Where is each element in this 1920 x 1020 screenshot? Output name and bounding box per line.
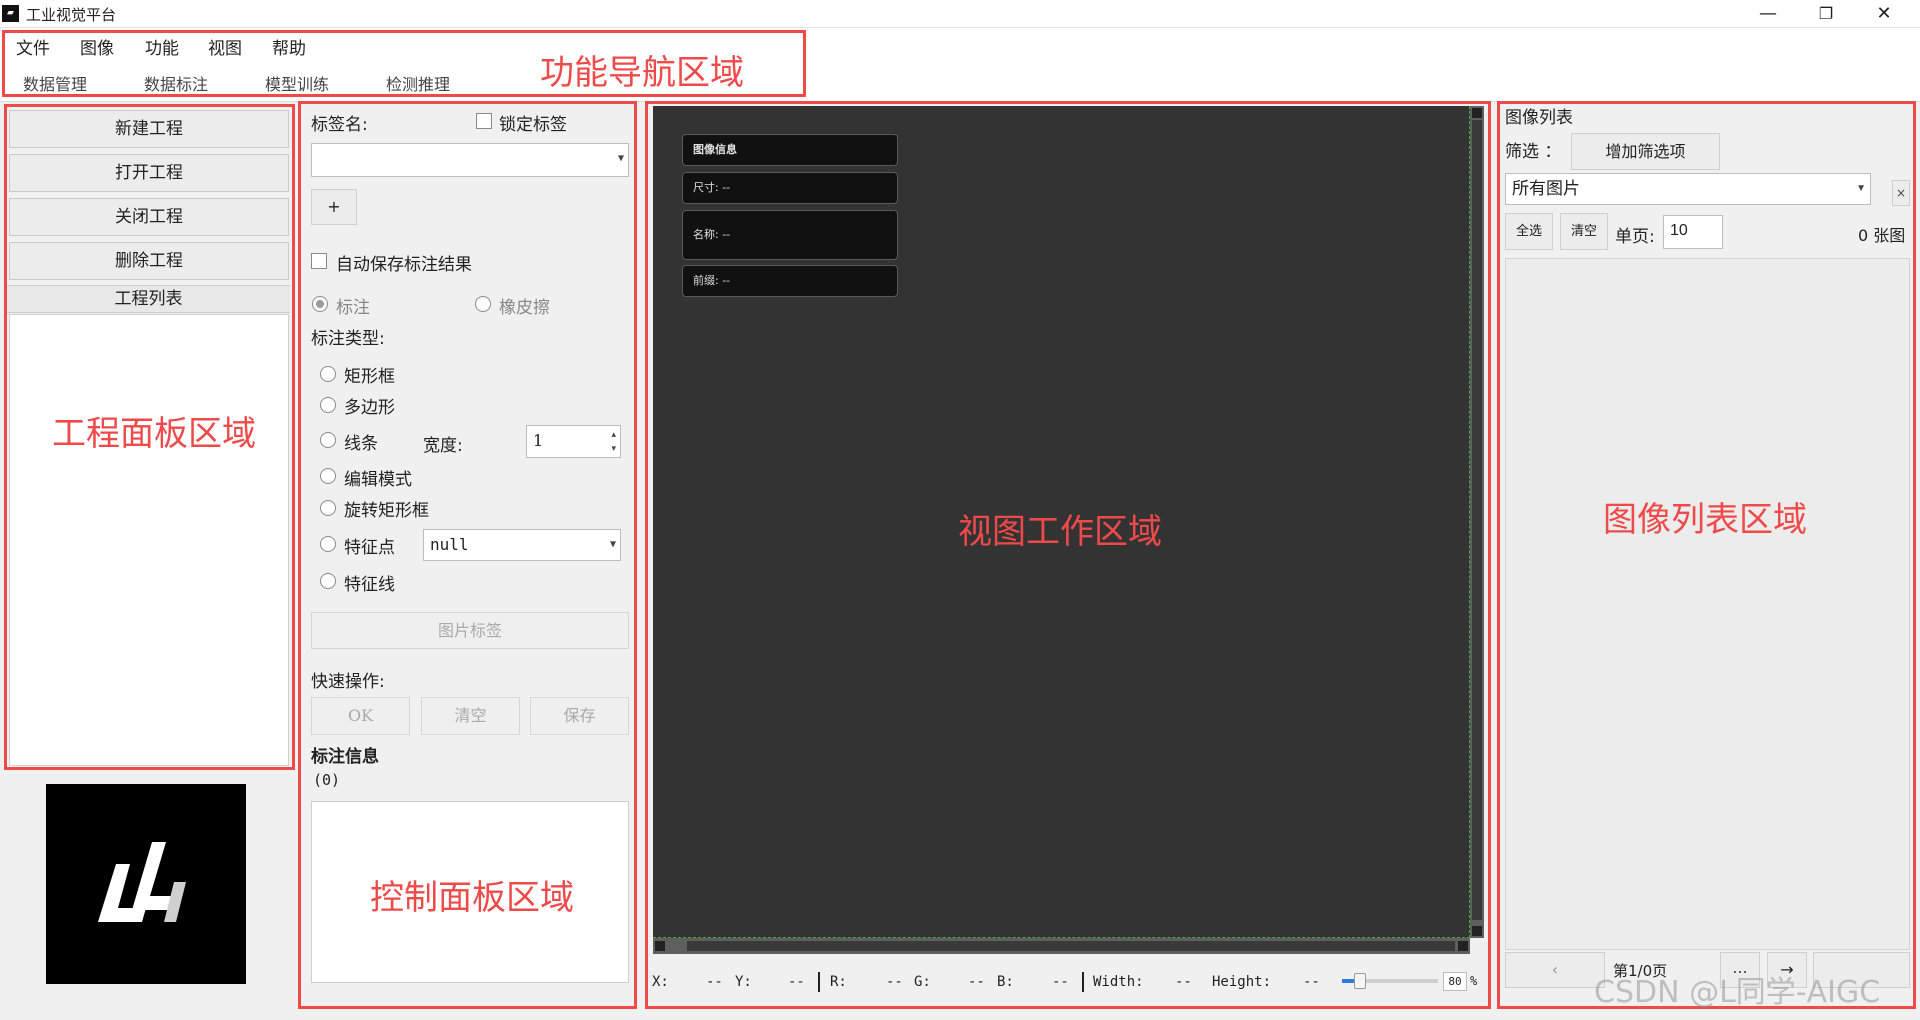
view-region-label: 视图工作区域 — [958, 512, 1162, 552]
imagelist-region-label: 图像列表区域 — [1603, 500, 1807, 540]
watermark-text: CSDN @L同学-AIGC — [1594, 975, 1881, 1010]
minimize-button[interactable]: — — [1740, 0, 1796, 28]
restore-button[interactable]: ❐ — [1798, 0, 1854, 28]
app-logo-icon: ▰ — [2, 5, 19, 22]
view-region-outline — [645, 101, 1491, 1009]
brand-logo — [46, 784, 246, 984]
control-region-label: 控制面板区域 — [370, 878, 574, 918]
imagelist-region-outline — [1497, 101, 1916, 1009]
brand-logo-icon — [98, 842, 186, 922]
project-region-label: 工程面板区域 — [52, 414, 256, 454]
nav-region-label: 功能导航区域 — [540, 53, 744, 93]
title-bar: ▰ 工业视觉平台 — ❐ ✕ — [0, 0, 1920, 28]
window-title: 工业视觉平台 — [26, 6, 117, 24]
close-button[interactable]: ✕ — [1856, 0, 1912, 28]
